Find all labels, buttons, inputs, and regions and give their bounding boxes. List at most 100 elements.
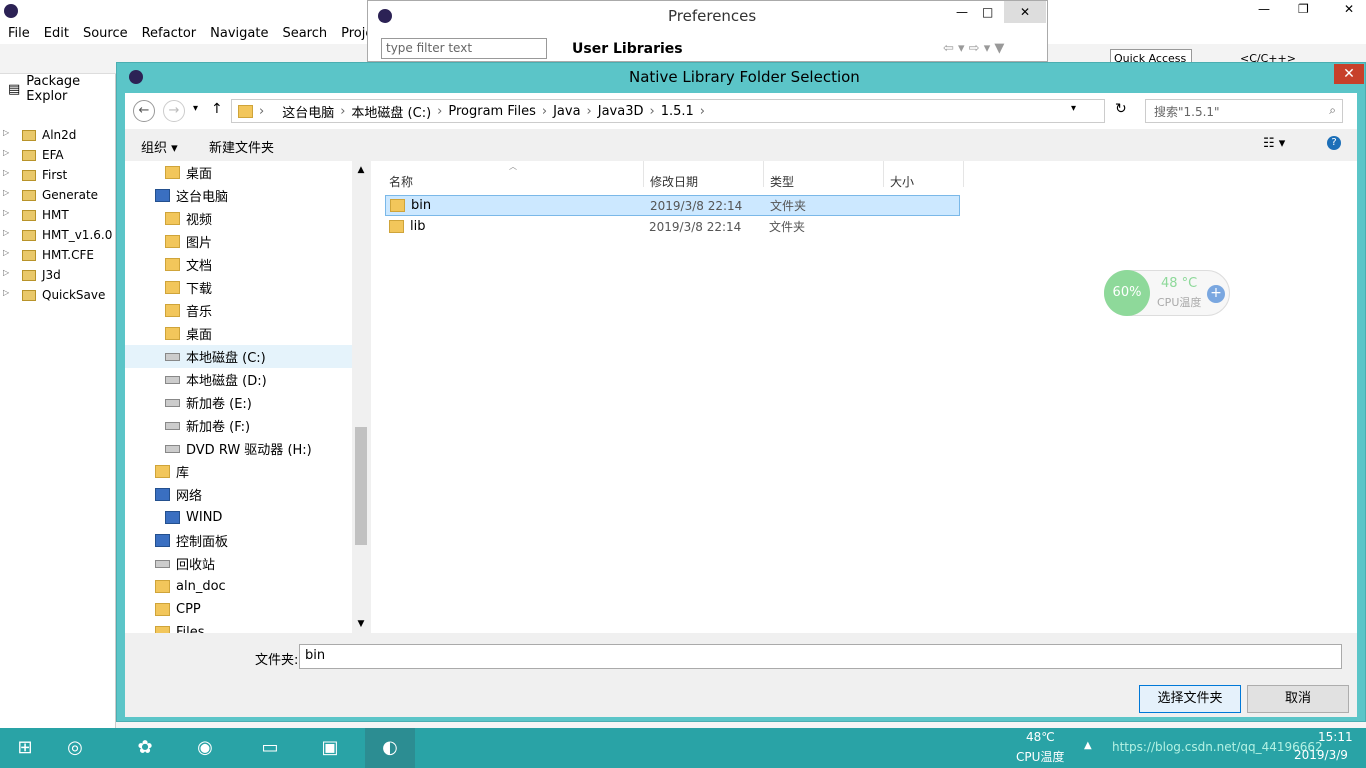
clock-time[interactable]: 15:11	[1318, 730, 1353, 744]
organize-button[interactable]: 组织 ▾	[141, 137, 178, 156]
up-arrow-icon[interactable]: ↑	[211, 101, 223, 117]
project-list: Aln2dEFAFirstGenerateHMTHMT_v1.6.0HMT.CF…	[0, 104, 115, 305]
column-type[interactable]: 类型	[770, 173, 794, 190]
menu-refactor[interactable]: Refactor	[142, 26, 197, 41]
search-input[interactable]: 搜索"1.5.1" ⌕	[1145, 99, 1343, 123]
tree-item[interactable]: 图片	[125, 230, 369, 253]
address-dropdown-icon[interactable]: ▾	[1071, 103, 1076, 114]
breadcrumb-separator-icon[interactable]: ›	[437, 104, 442, 119]
breadcrumb-item[interactable]: 1.5.1	[661, 104, 694, 119]
breadcrumb-item[interactable]: Java	[553, 104, 580, 119]
app-360-icon[interactable]: ◎	[50, 728, 100, 768]
back-arrow-icon[interactable]: ←	[133, 100, 155, 122]
column-name[interactable]: 名称	[389, 173, 413, 190]
folder-name-input[interactable]: bin	[299, 644, 1342, 669]
help-icon[interactable]: ?	[1327, 136, 1341, 150]
breadcrumb-separator-icon[interactable]: ›	[340, 104, 345, 119]
tree-item[interactable]: Files	[125, 621, 369, 633]
menu-edit[interactable]: Edit	[44, 26, 69, 41]
navigation-tree: 桌面 这台电脑 视频 图片 文档 下载 音乐 桌面 本地磁盘 (C:) 本地磁盘 (D:) 新加卷 …	[125, 161, 370, 633]
breadcrumb-item[interactable]: 这台电脑	[282, 102, 334, 121]
breadcrumb-item[interactable]: 本地磁盘 (C:)	[351, 102, 431, 121]
breadcrumb-item[interactable]: Java3D	[598, 104, 644, 119]
tree-item[interactable]: 网络	[125, 483, 369, 506]
preferences-filter-input[interactable]: type filter text	[381, 38, 547, 59]
file-row[interactable]: bin 2019/3/8 22:14 文件夹	[385, 195, 960, 216]
dialog-close-button[interactable]: ✕	[1334, 64, 1364, 84]
add-icon[interactable]: +	[1207, 285, 1225, 303]
tree-item[interactable]: 桌面	[125, 161, 369, 184]
project-item[interactable]: EFA	[0, 145, 115, 165]
tree-item[interactable]: DVD RW 驱动器 (H:)	[125, 437, 369, 460]
menu-search[interactable]: Search	[282, 26, 327, 41]
eclipse-close-button[interactable]: ✕	[1344, 2, 1354, 16]
tree-item[interactable]: 下载	[125, 276, 369, 299]
pref-minimize-button[interactable]: —	[956, 5, 968, 19]
breadcrumb-separator-icon[interactable]: ›	[650, 104, 655, 119]
tree-item[interactable]: aln_doc	[125, 575, 369, 598]
breadcrumb-separator-icon[interactable]: ›	[700, 104, 705, 119]
tree-item[interactable]: 本地磁盘 (C:)	[125, 345, 369, 368]
tree-item[interactable]: 音乐	[125, 299, 369, 322]
tree-item[interactable]: 新加卷 (F:)	[125, 414, 369, 437]
menu-source[interactable]: Source	[83, 26, 128, 41]
tree-scrollbar[interactable]: ▲ ▼	[352, 161, 370, 633]
tree-item[interactable]: 文档	[125, 253, 369, 276]
menu-file[interactable]: File	[8, 26, 30, 41]
recent-dropdown-icon[interactable]: ▾	[193, 103, 198, 114]
tree-item[interactable]: WIND	[125, 506, 369, 529]
tree-item[interactable]: 视频	[125, 207, 369, 230]
column-modified[interactable]: 修改日期	[650, 173, 698, 190]
cancel-button[interactable]: 取消	[1247, 685, 1349, 713]
project-item[interactable]: Generate	[0, 185, 115, 205]
project-item[interactable]: HMT	[0, 205, 115, 225]
tree-item[interactable]: 新加卷 (E:)	[125, 391, 369, 414]
windows-start-icon[interactable]: ⊞	[0, 728, 50, 768]
forward-arrow-icon[interactable]: →	[163, 100, 185, 122]
project-item[interactable]: Aln2d	[0, 125, 115, 145]
project-item[interactable]: HMT_v1.6.0	[0, 225, 115, 245]
eclipse-logo-icon	[378, 9, 392, 23]
project-item[interactable]: HMT.CFE	[0, 245, 115, 265]
eclipse-taskbar-icon[interactable]: ◐	[365, 728, 415, 768]
menu-navigate[interactable]: Navigate	[210, 26, 268, 41]
preferences-window: Preferences — □ ✕ type filter text User …	[367, 0, 1048, 62]
tree-item[interactable]: 这台电脑	[125, 184, 369, 207]
cpu-temperature-widget[interactable]: 60% 48 °C CPU温度 +	[1104, 270, 1230, 316]
breadcrumb-separator-icon[interactable]: ›	[542, 104, 547, 119]
tree-item[interactable]: 控制面板	[125, 529, 369, 552]
select-folder-button[interactable]: 选择文件夹	[1139, 685, 1241, 713]
taskbar: ⊞ ◎ ✿ ◉ ▭ ▣ ◐ 48℃ CPU温度 ▲ https://blog.c…	[0, 728, 1366, 768]
tree-item[interactable]: 回收站	[125, 552, 369, 575]
file-row[interactable]: lib 2019/3/8 22:14 文件夹	[385, 216, 960, 237]
eclipse-minimize-button[interactable]: —	[1258, 2, 1270, 16]
view-options-icon[interactable]: ☷ ▾	[1263, 136, 1285, 151]
pref-maximize-button[interactable]: □	[982, 5, 993, 19]
pref-nav-arrows[interactable]: ⇦ ▾ ⇨ ▾ ▼	[943, 41, 1004, 56]
folder-icon	[165, 281, 180, 294]
tree-item[interactable]: CPP	[125, 598, 369, 621]
project-item[interactable]: First	[0, 165, 115, 185]
refresh-icon[interactable]: ↻	[1115, 101, 1127, 117]
project-item[interactable]: QuickSave	[0, 285, 115, 305]
scrollbar-thumb[interactable]	[355, 427, 367, 545]
chrome-icon[interactable]: ◉	[180, 728, 230, 768]
clock-date[interactable]: 2019/3/9	[1294, 748, 1348, 762]
cmd-icon[interactable]: ▣	[305, 728, 355, 768]
tree-item[interactable]: 库	[125, 460, 369, 483]
breadcrumb-separator-icon[interactable]: ›	[587, 104, 592, 119]
tray-expand-icon[interactable]: ▲	[1084, 740, 1092, 751]
taskbar-temp: 48℃	[1026, 730, 1055, 744]
project-item[interactable]: J3d	[0, 265, 115, 285]
breadcrumb[interactable]: › 这台电脑 › 本地磁盘 (C:) › Program Files › Java › Java…	[231, 99, 1105, 123]
folder-icon	[165, 327, 180, 340]
tree-item[interactable]: 本地磁盘 (D:)	[125, 368, 369, 391]
eclipse-maximize-button[interactable]: ❐	[1298, 2, 1309, 16]
tree-item[interactable]: 桌面	[125, 322, 369, 345]
breadcrumb-item[interactable]: Program Files	[448, 104, 536, 119]
file-explorer-icon[interactable]: ▭	[245, 728, 295, 768]
column-size[interactable]: 大小	[890, 173, 914, 190]
pref-close-button[interactable]: ✕	[1004, 1, 1046, 23]
new-folder-button[interactable]: 新建文件夹	[209, 137, 274, 156]
baidu-netdisk-icon[interactable]: ✿	[120, 728, 170, 768]
